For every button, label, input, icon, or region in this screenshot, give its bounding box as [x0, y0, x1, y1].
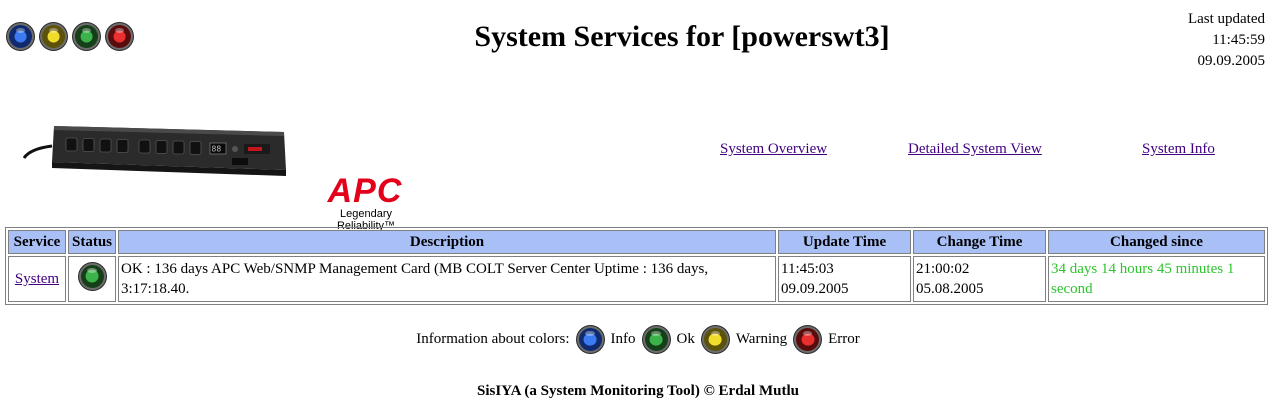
- legend-ok: Ok: [676, 331, 695, 347]
- info-orb-icon: [578, 328, 602, 351]
- update-time-cell: 11:45:03 09.09.2005: [778, 256, 912, 302]
- legend-error: Error: [828, 331, 860, 347]
- changed-since-cell: 34 days 14 hours 45 minutes 1 second: [1048, 256, 1265, 302]
- system-info-link[interactable]: System Info: [1142, 141, 1215, 158]
- ok-orb-icon: [644, 328, 668, 351]
- system-overview-link[interactable]: System Overview: [720, 141, 827, 158]
- change-time: 21:00:02: [916, 261, 970, 277]
- column-header-service: Service: [8, 230, 66, 254]
- last-updated-time: 11:45:59: [1212, 32, 1265, 48]
- power-strip-image: 88: [22, 126, 286, 176]
- service-cell: System: [8, 256, 66, 302]
- table-row: System OK : 136 days APC Web/SNMP Manage…: [8, 256, 1265, 302]
- column-header-status: Status: [68, 230, 117, 254]
- column-header-change-time: Change Time: [913, 230, 1047, 254]
- apc-logo: APC Legendary Reliability™: [311, 172, 421, 232]
- column-header-update-time: Update Time: [778, 230, 912, 254]
- ok-status-icon: [80, 264, 104, 288]
- services-table: Service Status Description Update Time C…: [5, 227, 1268, 305]
- update-date: 09.09.2005: [781, 281, 849, 297]
- status-cell: [68, 256, 117, 302]
- update-time: 11:45:03: [781, 261, 834, 277]
- svg-text:88: 88: [212, 145, 222, 154]
- last-updated-label: Last updated: [1187, 11, 1265, 27]
- table-header-row: Service Status Description Update Time C…: [8, 230, 1265, 254]
- legend-label: Information about colors:: [416, 331, 570, 347]
- footer-credit: SisIYA (a System Monitoring Tool) © Erda…: [477, 383, 799, 399]
- color-legend: Information about colors: Info Ok Warnin…: [0, 328, 1276, 351]
- error-orb-icon: [796, 328, 820, 351]
- apc-brand-text: APC: [327, 172, 403, 210]
- column-header-changed-since: Changed since: [1048, 230, 1265, 254]
- page-title: System Services for [powerswt3]: [474, 20, 890, 53]
- change-time-cell: 21:00:02 05.08.2005: [913, 256, 1047, 302]
- service-link-system[interactable]: System: [15, 271, 59, 287]
- description-cell: OK : 136 days APC Web/SNMP Management Ca…: [118, 256, 777, 302]
- legend-warning: Warning: [735, 331, 788, 347]
- detailed-system-view-link[interactable]: Detailed System View: [908, 141, 1042, 158]
- warning-orb-icon: [703, 328, 727, 351]
- last-updated-date: 09.09.2005: [1197, 53, 1266, 69]
- legend-info: Info: [610, 331, 636, 347]
- last-updated: Last updated 11:45:59 09.09.2005: [1188, 9, 1265, 72]
- column-header-description: Description: [118, 230, 777, 254]
- change-date: 05.08.2005: [916, 281, 984, 297]
